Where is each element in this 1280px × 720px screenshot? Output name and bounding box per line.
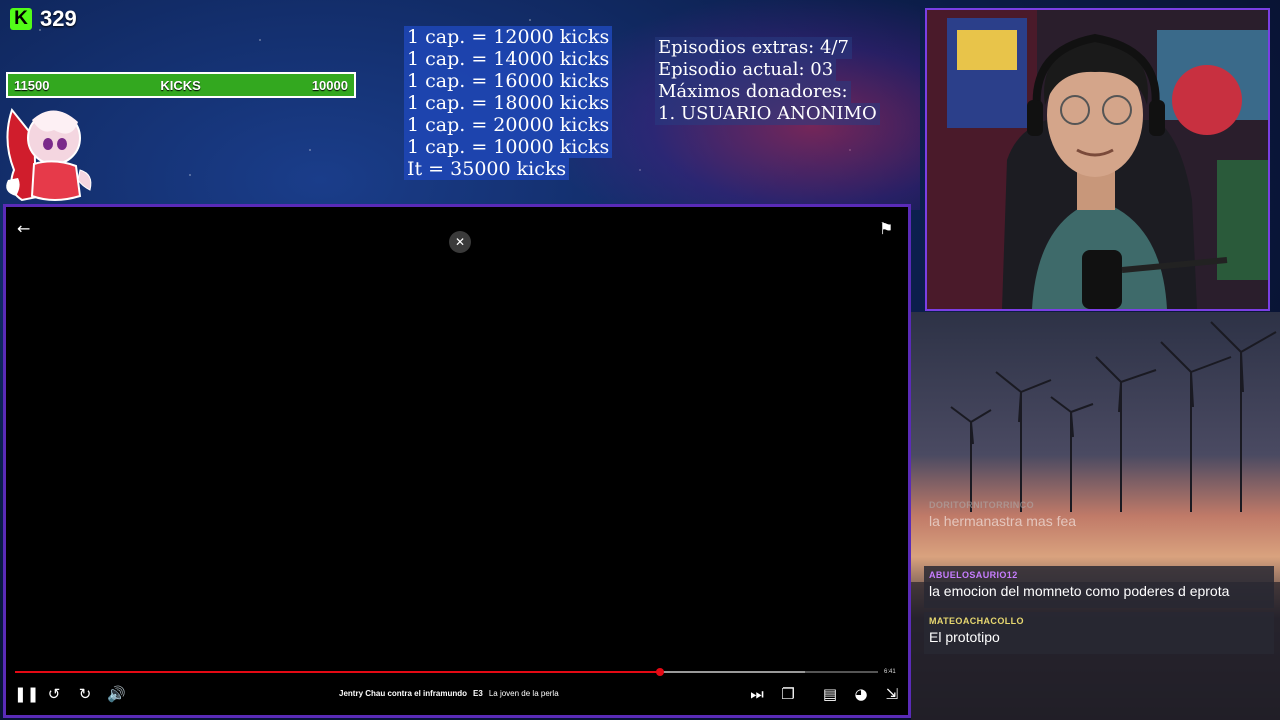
progress-fill bbox=[15, 671, 660, 673]
webcam-image bbox=[927, 10, 1268, 309]
progress-scrubber[interactable] bbox=[655, 668, 664, 676]
chat-message: MATEOACHACOLLO El prototipo bbox=[924, 612, 1274, 654]
episode-info: Episodios extras: 4/7 Episodio actual: 0… bbox=[655, 37, 880, 125]
price-line: 1 cap. = 16000 kicks bbox=[404, 70, 613, 92]
episode-title: Jentry Chau contra el inframundo E3 La jov… bbox=[339, 689, 559, 698]
extra-episodes: Episodios extras: 4/7 bbox=[655, 37, 852, 59]
chat-text: la emocion del momneto como poderes d ep… bbox=[929, 583, 1230, 599]
volume-icon[interactable]: 🔊 bbox=[107, 685, 126, 703]
chat-username[interactable]: DORITORNITORRINCO bbox=[929, 500, 1269, 510]
chat-username[interactable]: ABUELOSAURIO12 bbox=[929, 570, 1269, 580]
price-list: 1 cap. = 12000 kicks 1 cap. = 14000 kick… bbox=[404, 26, 613, 180]
chat-panel: DORITORNITORRINCO la hermanastra mas fea… bbox=[924, 496, 1274, 658]
chat-message: ABUELOSAURIO12 la emocion del momneto co… bbox=[924, 566, 1274, 608]
playback-speed-icon[interactable]: ◕ bbox=[852, 685, 870, 703]
progress-bar[interactable] bbox=[15, 668, 878, 676]
subtitles-icon[interactable]: ▤ bbox=[821, 685, 839, 703]
goal-label: KICKS bbox=[160, 77, 201, 93]
kick-logo-icon: K bbox=[10, 8, 32, 30]
next-episode-icon[interactable]: ⏭ bbox=[748, 685, 766, 703]
rewind-10-icon[interactable]: ↺ bbox=[45, 685, 63, 703]
pause-icon[interactable]: ❚❚ bbox=[14, 685, 39, 703]
chat-text: la hermanastra mas fea bbox=[929, 513, 1077, 529]
webcam-feed bbox=[925, 8, 1270, 311]
price-line: 1 cap. = 10000 kicks bbox=[404, 136, 613, 158]
price-line: 1 cap. = 14000 kicks bbox=[404, 48, 613, 70]
episode-name: La joven de la perla bbox=[488, 689, 559, 698]
goal-target-value: 10000 bbox=[311, 77, 348, 93]
close-button[interactable]: ✕ bbox=[449, 231, 471, 253]
kick-follower-count: 329 bbox=[40, 6, 77, 31]
current-episode: Episodio actual: 03 bbox=[655, 59, 837, 81]
kick-counter: K 329 bbox=[10, 6, 77, 32]
chat-message: DORITORNITORRINCO la hermanastra mas fea bbox=[924, 496, 1274, 538]
anime-mascot-sticker bbox=[6, 107, 92, 202]
report-flag-icon[interactable]: ⚑ bbox=[879, 221, 893, 237]
price-line: It = 35000 kicks bbox=[404, 158, 570, 180]
show-title: Jentry Chau contra el inframundo bbox=[339, 689, 468, 698]
price-line: 1 cap. = 20000 kicks bbox=[404, 114, 613, 136]
time-remaining: 6:41 bbox=[884, 669, 896, 675]
chat-username[interactable]: MATEOACHACOLLO bbox=[929, 616, 1269, 626]
video-player[interactable]: ← ✕ ⚑ 6:41 ❚❚ ↺ ↻ 🔊 Jentry Chau contra e… bbox=[3, 204, 911, 718]
back-arrow-icon[interactable]: ← bbox=[17, 221, 30, 237]
top-donor-entry: 1. USUARIO ANONIMO bbox=[655, 103, 880, 125]
forward-10-icon[interactable]: ↻ bbox=[76, 685, 94, 703]
episodes-list-icon[interactable]: ❐ bbox=[779, 685, 797, 703]
top-donors-heading: Máximos donadores: bbox=[655, 81, 851, 103]
goal-current-value: 11500 bbox=[14, 77, 50, 93]
price-line: 1 cap. = 18000 kicks bbox=[404, 92, 613, 114]
episode-code: E3 bbox=[473, 689, 483, 698]
price-line: 1 cap. = 12000 kicks bbox=[404, 26, 613, 48]
progress-buffer bbox=[659, 671, 805, 673]
exit-fullscreen-icon[interactable]: ⇲ bbox=[883, 685, 901, 703]
kicks-goal-bar: 11500 KICKS 10000 bbox=[6, 72, 356, 98]
chat-text: El prototipo bbox=[929, 629, 1000, 645]
